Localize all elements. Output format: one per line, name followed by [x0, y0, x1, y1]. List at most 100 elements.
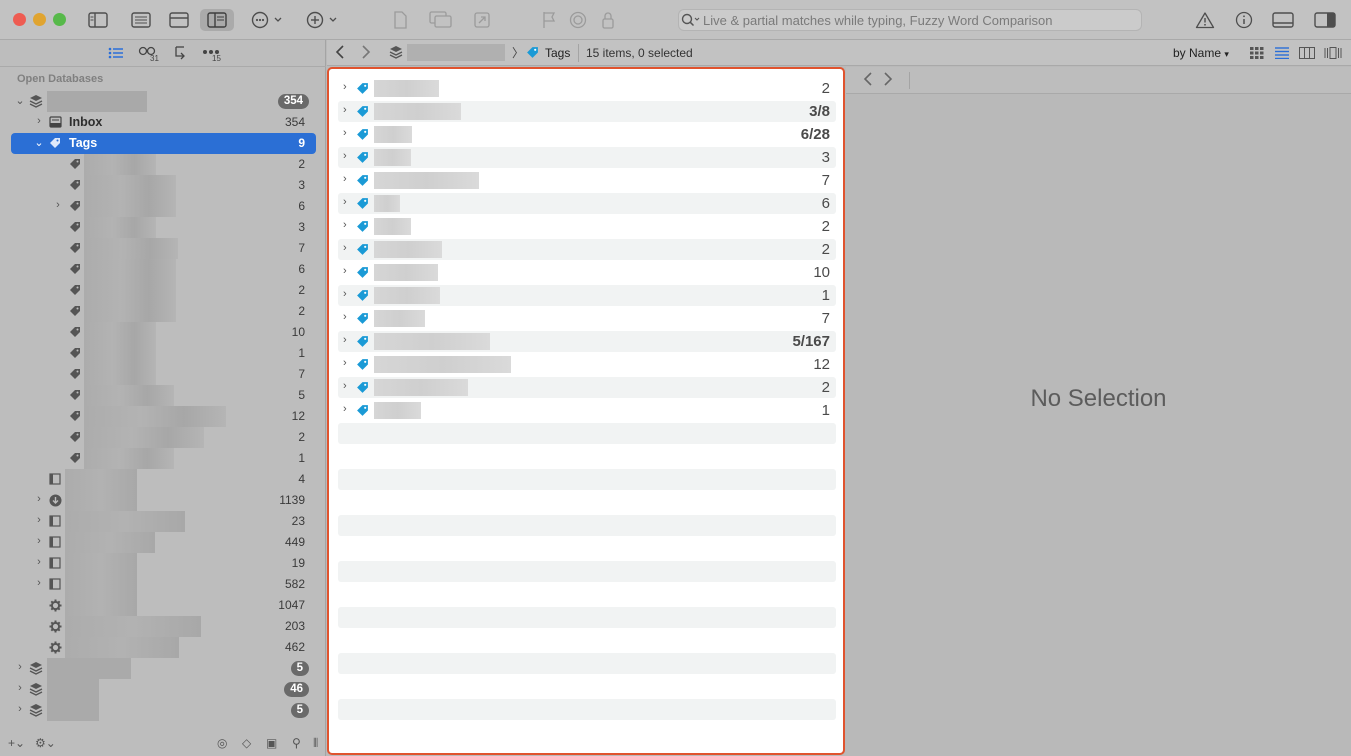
- chevron-right-icon[interactable]: ›: [343, 150, 347, 162]
- windows-icon[interactable]: [428, 9, 454, 31]
- sidebar-tag-item[interactable]: 2: [11, 427, 316, 448]
- chevron-right-icon[interactable]: ›: [343, 81, 347, 93]
- list-item[interactable]: › 2: [338, 216, 836, 237]
- list-item[interactable]: › 6/28: [338, 124, 836, 145]
- database-row[interactable]: › 46: [11, 679, 316, 700]
- chevron-right-icon[interactable]: ›: [15, 703, 25, 715]
- sidebar-group-item[interactable]: › 582: [11, 574, 316, 595]
- sidebar-group-item[interactable]: 203: [11, 616, 316, 637]
- sidebar-item-tags[interactable]: ⌄ Tags 9: [11, 133, 316, 154]
- image-icon[interactable]: ▣: [266, 736, 277, 750]
- add-icon[interactable]: [305, 9, 341, 31]
- close-window-button[interactable]: [13, 13, 26, 26]
- column-view-icon[interactable]: [1299, 46, 1315, 62]
- preview-view-icon[interactable]: [167, 9, 191, 31]
- back-icon[interactable]: [335, 44, 345, 63]
- list-view-icon[interactable]: [129, 9, 153, 31]
- sidebar-tag-item[interactable]: 2: [11, 154, 316, 175]
- grid-view-icon[interactable]: [1250, 46, 1264, 62]
- list-item[interactable]: › 2: [338, 78, 836, 99]
- chevron-right-icon[interactable]: ›: [343, 265, 347, 277]
- import-icon[interactable]: [172, 45, 186, 61]
- outline-list-icon[interactable]: [108, 45, 124, 61]
- list-item[interactable]: › 5/167: [338, 331, 836, 352]
- previous-icon[interactable]: [863, 71, 873, 91]
- chevron-right-icon[interactable]: ›: [343, 357, 347, 369]
- chevron-right-icon[interactable]: ›: [34, 577, 44, 589]
- forward-icon[interactable]: [361, 44, 371, 63]
- more-actions-icon[interactable]: [250, 9, 286, 31]
- inspector-icon[interactable]: [1313, 9, 1337, 31]
- warning-icon[interactable]: [1194, 9, 1216, 31]
- sidebar-tag-item[interactable]: 3: [11, 175, 316, 196]
- sidebar-item-inbox[interactable]: › Inbox 354: [11, 112, 316, 133]
- breadcrumb-database[interactable]: [407, 44, 505, 61]
- chevron-right-icon[interactable]: ›: [343, 403, 347, 415]
- target-icon[interactable]: ◎: [217, 736, 227, 750]
- list-item[interactable]: › 7: [338, 170, 836, 191]
- breadcrumb-current[interactable]: Tags: [545, 46, 570, 60]
- gear-menu-icon[interactable]: ⚙⌄: [35, 736, 56, 750]
- sidebar-group-item[interactable]: 4: [11, 469, 316, 490]
- list-item[interactable]: › 1: [338, 285, 836, 306]
- search-input[interactable]: [703, 12, 1123, 28]
- chevron-down-icon[interactable]: ⌄: [15, 94, 25, 107]
- cover-flow-icon[interactable]: [1324, 46, 1342, 62]
- sidebar-tag-item[interactable]: 7: [11, 238, 316, 259]
- sidebar-tag-item[interactable]: 3: [11, 217, 316, 238]
- split-view-icon[interactable]: [200, 9, 234, 31]
- tag-filter-icon[interactable]: ◇: [242, 736, 251, 750]
- list-view-icon[interactable]: [1275, 46, 1289, 62]
- sidebar-tag-item[interactable]: 7: [11, 364, 316, 385]
- chevron-right-icon[interactable]: ›: [34, 115, 44, 127]
- location-pin-icon[interactable]: ⚲: [292, 736, 301, 750]
- sidebar-tag-item[interactable]: 6: [11, 259, 316, 280]
- chevron-right-icon[interactable]: ›: [34, 556, 44, 568]
- search-field[interactable]: [678, 9, 1142, 31]
- sidebar-tag-item[interactable]: 1: [11, 343, 316, 364]
- chevron-right-icon[interactable]: ›: [343, 311, 347, 323]
- share-icon[interactable]: [472, 9, 492, 31]
- list-item[interactable]: › 7: [338, 308, 836, 329]
- sidebar-tag-item[interactable]: › 6: [11, 196, 316, 217]
- target-icon[interactable]: [568, 9, 588, 31]
- chevron-right-icon[interactable]: ›: [34, 535, 44, 547]
- sidebar-group-item[interactable]: 462: [11, 637, 316, 658]
- database-row[interactable]: ⌄ 354: [11, 91, 316, 112]
- sidebar-group-item[interactable]: › 1139: [11, 490, 316, 511]
- sidebar-tag-item[interactable]: 10: [11, 322, 316, 343]
- bottom-panel-icon[interactable]: [1270, 9, 1296, 31]
- database-row[interactable]: › 5: [11, 658, 316, 679]
- sidebar-group-item[interactable]: › 449: [11, 532, 316, 553]
- list-item[interactable]: › 2: [338, 377, 836, 398]
- chevron-right-icon[interactable]: ›: [343, 104, 347, 116]
- add-menu-icon[interactable]: +⌄: [8, 736, 25, 750]
- sidebar-tag-item[interactable]: 1: [11, 448, 316, 469]
- list-item[interactable]: › 1: [338, 400, 836, 421]
- info-icon[interactable]: [1233, 9, 1255, 31]
- chevron-right-icon[interactable]: ›: [343, 173, 347, 185]
- chevron-right-icon[interactable]: ›: [53, 199, 63, 211]
- sidebar-group-item[interactable]: › 23: [11, 511, 316, 532]
- chevron-right-icon[interactable]: ›: [343, 219, 347, 231]
- sidebar-group-item[interactable]: › 19: [11, 553, 316, 574]
- chevron-right-icon[interactable]: ›: [34, 514, 44, 526]
- sidebar-tag-item[interactable]: 12: [11, 406, 316, 427]
- minimize-window-button[interactable]: [33, 13, 46, 26]
- chevron-right-icon[interactable]: ›: [343, 127, 347, 139]
- chevron-down-icon[interactable]: ⌄: [34, 136, 44, 149]
- list-item[interactable]: › 6: [338, 193, 836, 214]
- flag-icon[interactable]: [539, 9, 559, 31]
- sidebar-toggle-icon[interactable]: [86, 9, 110, 31]
- list-item[interactable]: › 10: [338, 262, 836, 283]
- zoom-window-button[interactable]: [53, 13, 66, 26]
- list-item[interactable]: › 2: [338, 239, 836, 260]
- chevron-right-icon[interactable]: ›: [343, 242, 347, 254]
- sidebar-tag-item[interactable]: 5: [11, 385, 316, 406]
- sidebar-tag-item[interactable]: 2: [11, 280, 316, 301]
- list-item[interactable]: › 3/8: [338, 101, 836, 122]
- columns-icon[interactable]: ⦀: [313, 736, 318, 751]
- next-icon[interactable]: [883, 71, 893, 91]
- sidebar-tag-item[interactable]: 2: [11, 301, 316, 322]
- sort-dropdown[interactable]: by Name ▾: [1173, 46, 1229, 60]
